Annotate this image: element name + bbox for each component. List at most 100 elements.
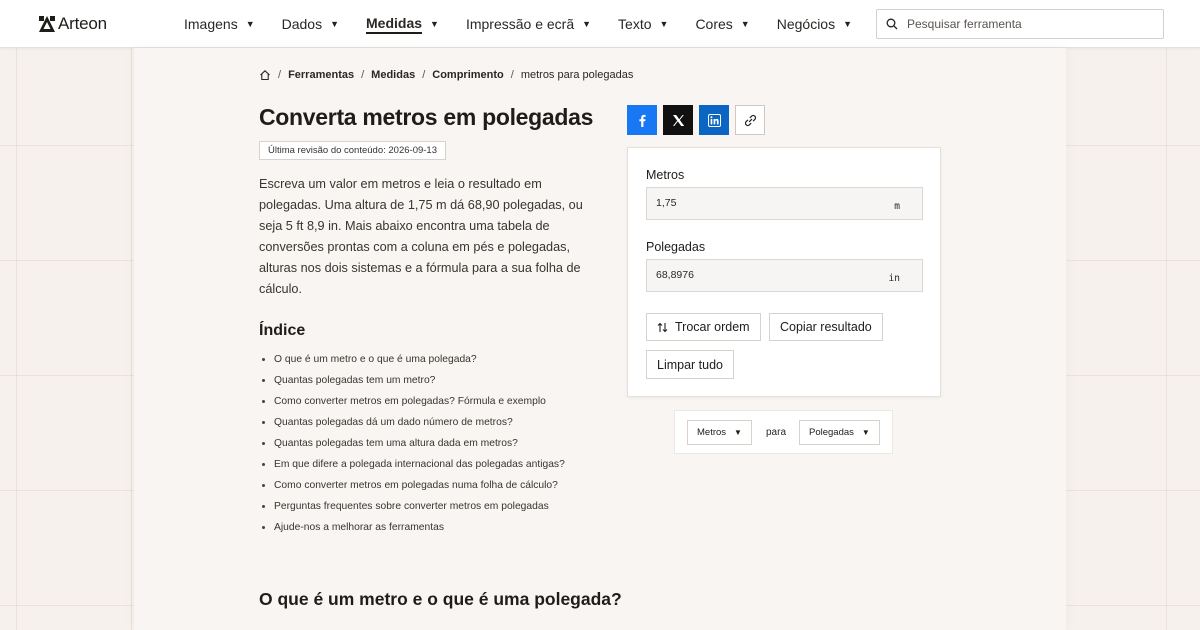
breadcrumb-separator: / bbox=[361, 69, 365, 81]
nav-label: Medidas bbox=[366, 15, 423, 34]
share-linkedin-button[interactable] bbox=[699, 105, 729, 135]
clear-all-button[interactable]: Limpar tudo bbox=[646, 350, 735, 379]
caret-down-icon: ▼ bbox=[330, 19, 340, 29]
converter-card: Metros m Polegadas in Trocar ordem Copia… bbox=[627, 147, 941, 397]
caret-down-icon: ▼ bbox=[582, 19, 592, 29]
to-field[interactable]: in bbox=[646, 259, 923, 292]
copy-result-label: Copiar resultado bbox=[780, 320, 872, 334]
breadcrumb-current: metros para polegadas bbox=[520, 69, 634, 81]
from-unit-select[interactable]: Metros ▼ bbox=[687, 420, 752, 445]
nav-label: Impressão e ecrã bbox=[465, 16, 575, 32]
swap-button-label: Trocar ordem bbox=[675, 320, 750, 334]
clear-all-label: Limpar tudo bbox=[657, 357, 724, 372]
share-x-button[interactable] bbox=[663, 105, 693, 135]
nav-label: Imagens bbox=[184, 16, 238, 32]
toc-item[interactable]: Ajude-nos a melhorar as ferramentas bbox=[262, 517, 565, 538]
toc-item-label: Ajude-nos a melhorar as ferramentas bbox=[274, 522, 444, 533]
copy-link-button[interactable] bbox=[735, 105, 765, 135]
to-field-label: Polegadas bbox=[646, 240, 706, 254]
breadcrumb-separator: / bbox=[510, 69, 514, 81]
toc-item-label: Como converter metros em polegadas? Fórm… bbox=[274, 396, 546, 407]
toc-item-label: Como converter metros em polegadas numa … bbox=[274, 480, 558, 491]
toc-item-label: O que é um metro e o que é uma polegada? bbox=[274, 354, 477, 365]
bullet bbox=[262, 358, 265, 361]
x-icon bbox=[672, 114, 684, 126]
toc-item[interactable]: O que é um metro e o que é uma polegada? bbox=[262, 349, 565, 370]
nav-item-dados[interactable]: Dados ▼ bbox=[282, 0, 339, 48]
caret-down-icon: ▼ bbox=[861, 428, 870, 437]
breadcrumb-medidas[interactable]: Medidas bbox=[371, 69, 415, 81]
toc-item[interactable]: Quantas polegadas tem um metro? bbox=[262, 370, 565, 391]
bullet bbox=[262, 526, 265, 529]
nav-item-imagens[interactable]: Imagens ▼ bbox=[184, 0, 255, 48]
facebook-icon bbox=[638, 114, 646, 127]
copy-result-button[interactable]: Copiar resultado bbox=[769, 313, 883, 341]
logo[interactable]: Arteon bbox=[39, 14, 107, 34]
toc-item[interactable]: Quantas polegadas tem uma altura dada em… bbox=[262, 433, 565, 454]
toc-item[interactable]: Como converter metros em polegadas numa … bbox=[262, 475, 565, 496]
bullet bbox=[262, 421, 265, 424]
brand-name: Arteon bbox=[58, 14, 107, 33]
from-field-label: Metros bbox=[646, 168, 685, 182]
revision-badge: Última revisão do conteúdo: 2026-09-13 bbox=[259, 141, 446, 160]
bullet bbox=[262, 505, 265, 508]
nav-label: Cores bbox=[695, 16, 733, 32]
top-bar: Arteon Imagens ▼ Dados ▼ Medidas ▼ Impre… bbox=[0, 0, 1200, 48]
nav-item-cores[interactable]: Cores ▼ bbox=[695, 0, 749, 48]
breadcrumb: / Ferramentas / Medidas / Comprimento / … bbox=[259, 69, 633, 81]
nav-label: Dados bbox=[281, 16, 323, 32]
swap-arrows-icon bbox=[657, 322, 668, 332]
caret-down-icon: ▼ bbox=[245, 19, 255, 29]
caret-down-icon: ▼ bbox=[659, 19, 669, 29]
toc-item[interactable]: Perguntas frequentes sobre converter met… bbox=[262, 496, 565, 517]
page-title: Converta metros em polegadas bbox=[259, 104, 594, 130]
toc-item[interactable]: Como converter metros em polegadas? Fórm… bbox=[262, 391, 565, 412]
inches-input[interactable] bbox=[656, 269, 856, 281]
breadcrumb-comprimento[interactable]: Comprimento bbox=[432, 69, 504, 81]
from-unit: m bbox=[894, 201, 900, 212]
from-unit-select-label: Metros bbox=[697, 427, 727, 438]
intro-paragraph: Escreva um valor em metros e leia o resu… bbox=[259, 177, 583, 296]
swap-button[interactable]: Trocar ordem bbox=[646, 313, 761, 341]
from-field[interactable]: m bbox=[646, 187, 923, 220]
unit-picker-connector: para bbox=[766, 427, 787, 438]
bullet bbox=[262, 442, 265, 445]
breadcrumb-ferramentas[interactable]: Ferramentas bbox=[288, 69, 354, 81]
section-heading: O que é um metro e o que é uma polegada? bbox=[259, 589, 622, 609]
main-nav: Imagens ▼ Dados ▼ Medidas ▼ Impressão e … bbox=[184, 0, 879, 48]
breadcrumb-separator: / bbox=[422, 69, 426, 81]
nav-item-medidas[interactable]: Medidas ▼ bbox=[366, 0, 439, 48]
meters-input[interactable] bbox=[656, 197, 856, 209]
caret-down-icon: ▼ bbox=[430, 19, 439, 29]
nav-label: Negócios bbox=[776, 16, 836, 32]
bullet bbox=[262, 379, 265, 382]
toc-item[interactable]: Em que difere a polegada internacional d… bbox=[262, 454, 565, 475]
toc-item-label: Quantas polegadas tem um metro? bbox=[274, 375, 436, 386]
toc-item-label: Em que difere a polegada internacional d… bbox=[274, 459, 565, 470]
search-box[interactable] bbox=[876, 9, 1164, 39]
caret-down-icon: ▼ bbox=[740, 19, 750, 29]
bullet bbox=[262, 463, 265, 466]
share-facebook-button[interactable] bbox=[627, 105, 657, 135]
bullet bbox=[262, 400, 265, 403]
caret-down-icon: ▼ bbox=[843, 19, 853, 29]
bullet bbox=[262, 484, 265, 487]
home-icon[interactable] bbox=[259, 69, 271, 81]
search-input[interactable] bbox=[907, 17, 1147, 31]
linkedin-icon bbox=[707, 113, 721, 127]
nav-item-texto[interactable]: Texto ▼ bbox=[618, 0, 668, 48]
toc-title: Índice bbox=[259, 322, 306, 339]
nav-item-negocios[interactable]: Negócios ▼ bbox=[777, 0, 852, 48]
unit-picker: Metros ▼ para Polegadas ▼ bbox=[674, 410, 893, 454]
toc-item[interactable]: Quantas polegadas dá um dado número de m… bbox=[262, 412, 565, 433]
nav-label: Texto bbox=[618, 16, 652, 32]
caret-down-icon: ▼ bbox=[734, 428, 742, 437]
toc-item-label: Perguntas frequentes sobre converter met… bbox=[274, 501, 549, 512]
search-icon bbox=[886, 18, 898, 30]
to-unit-select[interactable]: Polegadas ▼ bbox=[799, 420, 880, 445]
breadcrumb-separator: / bbox=[278, 69, 282, 81]
to-unit: in bbox=[888, 273, 900, 284]
to-unit-select-label: Polegadas bbox=[809, 427, 854, 438]
share-buttons bbox=[627, 105, 771, 135]
nav-item-impressao[interactable]: Impressão e ecrã ▼ bbox=[466, 0, 591, 48]
